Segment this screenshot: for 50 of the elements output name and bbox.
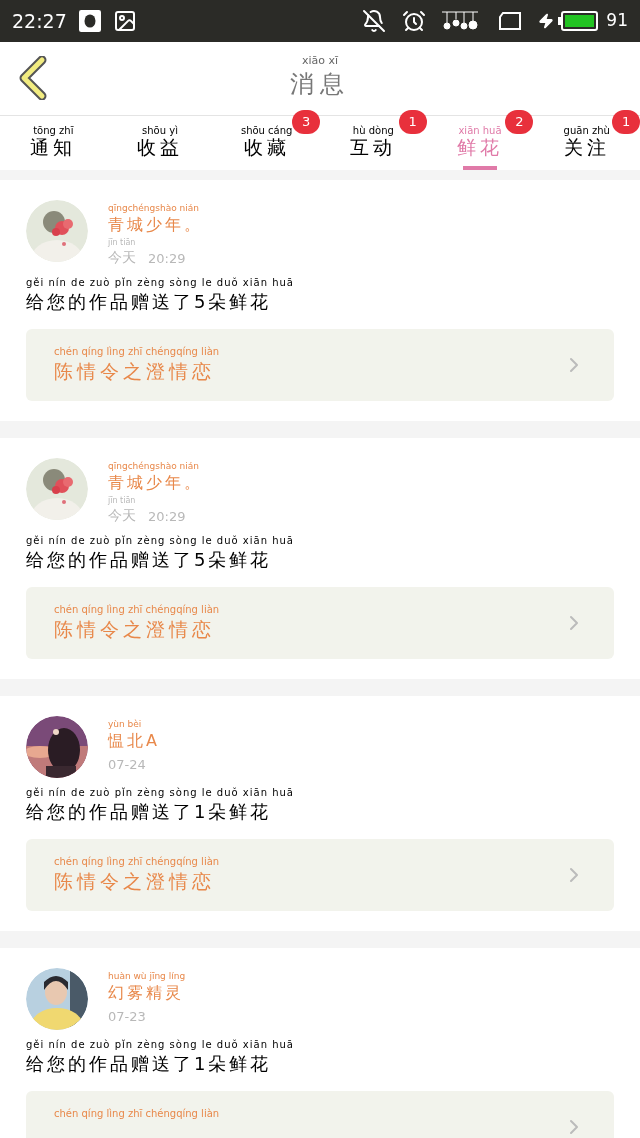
- message-text: 给您的作品赠送了1朵鲜花: [26, 800, 273, 824]
- time-text: 20:29: [148, 507, 186, 526]
- count-badge: 3: [292, 110, 320, 134]
- tab[interactable]: shōu yì 收益: [133, 116, 187, 170]
- pinyin-text: xiāo xī: [301, 55, 339, 66]
- tab[interactable]: xiān huā 鲜花: [453, 116, 507, 170]
- battery-text: 91: [606, 9, 628, 33]
- image-icon: [112, 9, 137, 33]
- user-name[interactable]: 幻雾精灵: [108, 981, 186, 1005]
- day-text: 今天: [108, 506, 136, 525]
- user-name[interactable]: 青城少年。: [108, 471, 203, 495]
- back-icon[interactable]: [18, 56, 48, 100]
- sim-card-icon: [498, 11, 523, 31]
- time-text: 20:29: [148, 249, 186, 268]
- message-text: 给您的作品赠送了1朵鲜花: [26, 1052, 273, 1076]
- work-link[interactable]: chén qíng lìng zhī chéngqíng liàn 陈情令之澄情恋: [26, 587, 614, 659]
- pinyin-text: jīn tiān: [108, 239, 136, 247]
- ornament-icon: [442, 11, 479, 31]
- pinyin-text: yùn bèi: [108, 720, 143, 729]
- pinyin-text: gěi nín de zuò pǐn zèng sòng le duǒ xiān huā: [26, 788, 295, 798]
- tab[interactable]: tōng zhī 通知: [26, 116, 81, 170]
- count-badge: 1: [398, 110, 427, 134]
- message-text: 给您的作品赠送了5朵鲜花: [26, 290, 273, 314]
- charging-icon: [538, 11, 555, 31]
- battery-icon: [558, 11, 599, 31]
- tab[interactable]: guān zhù 关注: [559, 116, 614, 170]
- page-title: 消息: [290, 69, 350, 100]
- user-name[interactable]: 愠北A: [108, 729, 160, 753]
- time-text: 07-24: [108, 756, 146, 774]
- work-link[interactable]: chén qíng lìng zhī chéngqíng liàn: [26, 1091, 614, 1138]
- pinyin-text: huàn wù jīng líng: [108, 972, 186, 981]
- message-text: 给您的作品赠送了5朵鲜花: [26, 548, 273, 572]
- chat-app-icon: [78, 10, 101, 32]
- user-name[interactable]: 青城少年。: [108, 213, 203, 237]
- count-badge: 2: [505, 110, 534, 134]
- pinyin-text: gěi nín de zuò pǐn zèng sòng le duǒ xiān huā: [26, 278, 295, 288]
- muted-bell-icon: [362, 9, 387, 33]
- time-text: 07-23: [108, 1008, 146, 1026]
- tab[interactable]: hù dòng 互动: [346, 116, 401, 170]
- pinyin-text: qīngchéngshào nián: [108, 462, 200, 471]
- pinyin-text: qīngchéngshào nián: [108, 204, 200, 213]
- count-badge: 1: [612, 110, 640, 134]
- work-link[interactable]: chén qíng lìng zhī chéngqíng liàn 陈情令之澄情恋: [26, 839, 614, 911]
- pinyin-text: jīn tiān: [108, 497, 136, 505]
- clock-text: 22:27: [12, 8, 67, 34]
- work-link[interactable]: chén qíng lìng zhī chéngqíng liàn 陈情令之澄情恋: [26, 329, 614, 401]
- alarm-icon: [402, 9, 427, 33]
- pinyin-text: gěi nín de zuò pǐn zèng sòng le duǒ xiān huā: [26, 1040, 295, 1050]
- day-text: 今天: [108, 248, 136, 267]
- pinyin-text: gěi nín de zuò pǐn zèng sòng le duǒ xiān huā: [26, 536, 295, 546]
